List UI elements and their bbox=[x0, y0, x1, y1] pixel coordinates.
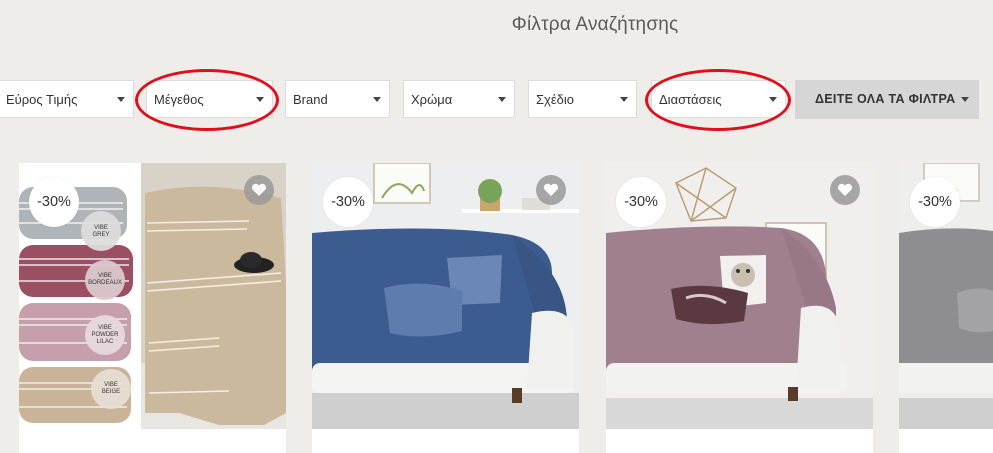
wishlist-heart-icon[interactable] bbox=[830, 175, 860, 205]
chevron-down-icon bbox=[769, 97, 777, 102]
svg-text:POWDER: POWDER bbox=[92, 332, 120, 338]
product-card[interactable]: -30% bbox=[312, 163, 579, 453]
chevron-down-icon bbox=[620, 97, 628, 102]
svg-text:VIBE: VIBE bbox=[104, 382, 118, 388]
brand-label: Brand bbox=[293, 92, 328, 107]
price-range-label: Εύρος Τιμής bbox=[6, 92, 78, 107]
discount-badge: -30% bbox=[616, 177, 666, 227]
product-card[interactable]: -30% bbox=[606, 163, 873, 453]
svg-text:BORDEAUX: BORDEAUX bbox=[88, 280, 122, 286]
page-title: Φίλτρα Αναζήτησης bbox=[511, 14, 679, 35]
product-card[interactable]: -30% bbox=[899, 163, 993, 453]
all-filters-button[interactable]: ΔΕΙΤΕ ΟΛΑ ΤΑ ΦΙΛΤΡΑ bbox=[795, 80, 979, 119]
dimensions-filter[interactable]: Διαστάσεις bbox=[651, 80, 786, 118]
svg-text:VIBE: VIBE bbox=[98, 273, 112, 279]
wishlist-heart-icon[interactable] bbox=[244, 175, 274, 205]
brand-filter[interactable]: Brand bbox=[285, 80, 390, 118]
discount-badge: -30% bbox=[910, 177, 960, 227]
svg-text:LILAC: LILAC bbox=[97, 339, 114, 345]
chevron-down-icon bbox=[256, 97, 264, 102]
svg-text:GREY: GREY bbox=[92, 232, 109, 238]
size-filter[interactable]: Μέγεθος bbox=[146, 80, 273, 118]
all-filters-label: ΔΕΙΤΕ ΟΛΑ ΤΑ ΦΙΛΤΡΑ bbox=[815, 92, 956, 106]
chevron-down-icon bbox=[373, 97, 381, 102]
svg-text:VIBE: VIBE bbox=[98, 325, 112, 331]
discount-badge: -30% bbox=[323, 177, 373, 227]
design-label: Σχέδιο bbox=[536, 92, 575, 107]
discount-badge: -30% bbox=[29, 177, 79, 227]
product-card[interactable]: VIBE GREY VIBE BORDEAUX VIBE POWDER LILAC VI… bbox=[19, 163, 286, 453]
dimensions-label: Διαστάσεις bbox=[659, 92, 722, 107]
design-filter[interactable]: Σχέδιο bbox=[528, 80, 637, 118]
size-label: Μέγεθος bbox=[154, 92, 204, 107]
svg-text:BEIGE: BEIGE bbox=[102, 389, 120, 395]
chevron-down-icon bbox=[498, 97, 506, 102]
wishlist-heart-icon[interactable] bbox=[536, 175, 566, 205]
color-filter[interactable]: Χρώμα bbox=[403, 80, 515, 118]
price-range-filter[interactable]: Εύρος Τιμής bbox=[0, 80, 134, 118]
color-label: Χρώμα bbox=[411, 92, 453, 107]
chevron-down-icon bbox=[961, 97, 969, 102]
chevron-down-icon bbox=[117, 97, 125, 102]
svg-text:VIBE: VIBE bbox=[94, 225, 108, 231]
